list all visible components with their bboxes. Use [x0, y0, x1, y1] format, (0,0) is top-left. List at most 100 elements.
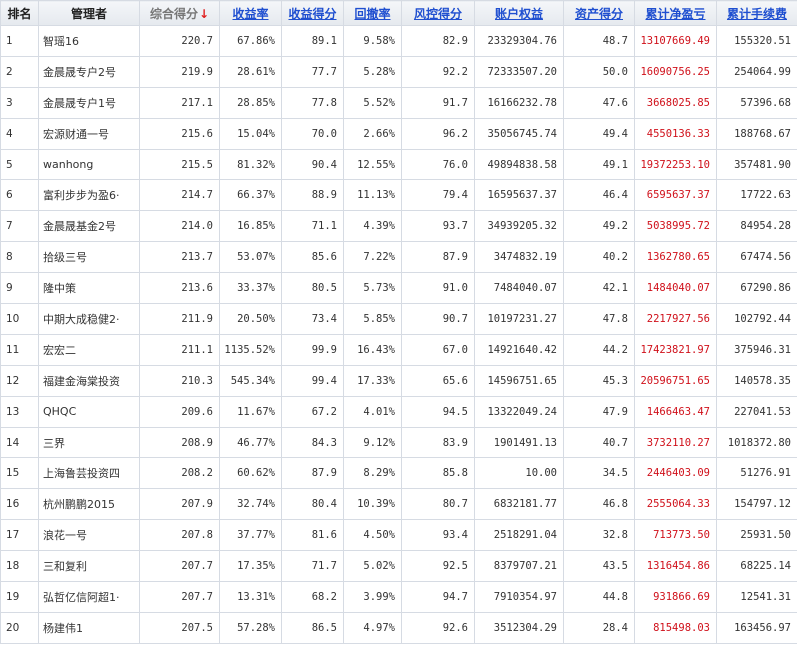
table-row[interactable]: 20 杨建伟1 207.5 57.28% 86.5 4.97% 92.6 3512304.29…	[0, 611, 797, 644]
cell-manager-name[interactable]: 弘哲亿信阿超1·	[38, 581, 140, 613]
cell-manager-name[interactable]: 金晨晟专户2号	[38, 55, 140, 88]
header-total-score-label[interactable]: 综合得分	[150, 7, 198, 21]
table-row[interactable]: 4 宏源财通一号 215.6 15.04% 70.0 2.66% 96.2 35056745.…	[0, 117, 797, 150]
cell-drawdown: 5.02%	[343, 550, 402, 583]
cell-rank: 4	[0, 117, 39, 150]
cell-manager-name[interactable]: 浪花一号	[38, 519, 140, 552]
cell-risk-score: 80.7	[401, 488, 475, 521]
header-fees[interactable]: 累计手续费	[716, 0, 797, 26]
cell-manager-name[interactable]: 富利步步为盈6·	[38, 179, 140, 212]
cell-manager-name[interactable]: 金晨晟专户1号	[38, 86, 140, 119]
cell-asset-score: 48.7	[563, 25, 635, 57]
header-total-score[interactable]: 综合得分↓	[139, 0, 220, 26]
table-row[interactable]: 9 隆中策 213.6 33.37% 80.5 5.73% 91.0 7484040.07 42…	[0, 272, 797, 305]
cell-equity: 72333507.20	[474, 55, 564, 88]
cell-manager-name[interactable]: 三和复利	[38, 550, 140, 583]
cell-asset-score: 32.8	[563, 519, 635, 552]
cell-net-profit: 16090756.25	[634, 55, 717, 88]
cell-equity: 16595637.37	[474, 179, 564, 212]
cell-manager-name[interactable]: 中期大成稳健2·	[38, 303, 140, 335]
table-row[interactable]: 15 上海鲁芸投资四 208.2 60.62% 87.9 8.29% 85.8 10.00 34…	[0, 457, 797, 490]
cell-risk-score: 96.2	[401, 117, 475, 150]
cell-equity: 34939205.32	[474, 210, 564, 243]
cell-asset-score: 49.1	[563, 148, 635, 181]
cell-net-profit: 6595637.37	[634, 179, 717, 212]
table-row[interactable]: 3 金晨晟专户1号 217.1 28.85% 77.8 5.52% 91.7 16166232…	[0, 86, 797, 119]
table-row[interactable]: 14 三界 208.9 46.77% 84.3 9.12% 83.9 1901491.13 40…	[0, 426, 797, 459]
cell-asset-score: 49.4	[563, 117, 635, 150]
cell-drawdown: 12.55%	[343, 148, 402, 181]
cell-manager-name[interactable]: QHQC	[38, 395, 140, 428]
cell-fees: 84954.28	[716, 210, 797, 243]
cell-rank: 9	[0, 272, 39, 305]
cell-net-profit: 3732110.27	[634, 426, 717, 459]
cell-manager-name[interactable]: 拾级三号	[38, 241, 140, 274]
header-drawdown[interactable]: 回撤率	[343, 0, 402, 26]
cell-manager-name[interactable]: 杭州鹏鹏2015	[38, 488, 140, 521]
header-return-score[interactable]: 收益得分	[281, 0, 344, 26]
cell-rank: 8	[0, 241, 39, 274]
cell-risk-score: 93.7	[401, 210, 475, 243]
cell-manager-name[interactable]: 宏源财通一号	[38, 117, 140, 150]
cell-drawdown: 5.85%	[343, 303, 402, 335]
cell-net-profit: 19372253.10	[634, 148, 717, 181]
table-row[interactable]: 1 智瑶16 220.7 67.86% 89.1 9.58% 82.9 23329304.76…	[0, 25, 797, 57]
cell-net-profit: 4550136.33	[634, 117, 717, 150]
cell-fees: 227041.53	[716, 395, 797, 428]
cell-manager-name[interactable]: 福建金海棠投资	[38, 364, 140, 397]
table-row[interactable]: 5 wanhong 215.5 81.32% 90.4 12.55% 76.0 4989483…	[0, 148, 797, 181]
cell-risk-score: 87.9	[401, 241, 475, 274]
table-row[interactable]: 2 金晨晟专户2号 219.9 28.61% 77.7 5.28% 92.2 72333507…	[0, 55, 797, 88]
cell-return-rate: 11.67%	[219, 395, 282, 428]
table-row[interactable]: 10 中期大成稳健2· 211.9 20.50% 73.4 5.85% 90.7 101972…	[0, 303, 797, 335]
cell-fees: 68225.14	[716, 550, 797, 583]
table-row[interactable]: 16 杭州鹏鹏2015 207.9 32.74% 80.4 10.39% 80.7 68321…	[0, 488, 797, 521]
table-row[interactable]: 8 拾级三号 213.7 53.07% 85.6 7.22% 87.9 3474832.19 4…	[0, 241, 797, 274]
table-row[interactable]: 13 QHQC 209.6 11.67% 67.2 4.01% 94.5 13322049.2…	[0, 395, 797, 428]
cell-drawdown: 4.39%	[343, 210, 402, 243]
cell-net-profit: 2217927.56	[634, 303, 717, 335]
cell-total-score: 207.8	[139, 519, 220, 552]
cell-manager-name[interactable]: 三界	[38, 426, 140, 459]
cell-total-score: 209.6	[139, 395, 220, 428]
cell-fees: 51276.91	[716, 457, 797, 490]
table-row[interactable]: 18 三和复利 207.7 17.35% 71.7 5.02% 92.5 8379707.21…	[0, 550, 797, 583]
cell-rank: 2	[0, 55, 39, 88]
table-row[interactable]: 19 弘哲亿信阿超1· 207.7 13.31% 68.2 3.99% 94.7 791035…	[0, 581, 797, 613]
cell-risk-score: 85.8	[401, 457, 475, 490]
cell-equity: 7484040.07	[474, 272, 564, 305]
cell-risk-score: 76.0	[401, 148, 475, 181]
header-net-profit[interactable]: 累计净盈亏	[634, 0, 717, 26]
cell-drawdown: 8.29%	[343, 457, 402, 490]
cell-risk-score: 83.9	[401, 426, 475, 459]
cell-drawdown: 17.33%	[343, 364, 402, 397]
table-row[interactable]: 11 宏宏二 211.1 1135.52% 99.9 16.43% 67.0 14921640…	[0, 333, 797, 366]
cell-manager-name[interactable]: 宏宏二	[38, 333, 140, 366]
header-return-rate[interactable]: 收益率	[219, 0, 282, 26]
cell-manager-name[interactable]: 杨建伟1	[38, 611, 140, 644]
cell-manager-name[interactable]: wanhong	[38, 148, 140, 181]
table-row[interactable]: 7 金晨晟基金2号 214.0 16.85% 71.1 4.39% 93.7 34939205…	[0, 210, 797, 243]
cell-manager-name[interactable]: 上海鲁芸投资四	[38, 457, 140, 490]
header-asset-score[interactable]: 资产得分	[563, 0, 635, 26]
cell-total-score: 213.6	[139, 272, 220, 305]
cell-fees: 254064.99	[716, 55, 797, 88]
header-risk-score[interactable]: 风控得分	[401, 0, 475, 26]
cell-return-rate: 32.74%	[219, 488, 282, 521]
cell-drawdown: 9.58%	[343, 25, 402, 57]
table-row[interactable]: 12 福建金海棠投资 210.3 545.34% 99.4 17.33% 65.6 14596…	[0, 364, 797, 397]
cell-manager-name[interactable]: 智瑶16	[38, 25, 140, 57]
cell-manager-name[interactable]: 金晨晟基金2号	[38, 210, 140, 243]
table-row[interactable]: 6 富利步步为盈6· 214.7 66.37% 88.9 11.13% 79.4 165956…	[0, 179, 797, 212]
cell-asset-score: 47.8	[563, 303, 635, 335]
cell-return-rate: 20.50%	[219, 303, 282, 335]
cell-drawdown: 2.66%	[343, 117, 402, 150]
cell-risk-score: 90.7	[401, 303, 475, 335]
table-row[interactable]: 17 浪花一号 207.8 37.77% 81.6 4.50% 93.4 2518291.04…	[0, 519, 797, 552]
header-equity[interactable]: 账户权益	[474, 0, 564, 26]
cell-rank: 14	[0, 426, 39, 459]
cell-manager-name[interactable]: 隆中策	[38, 272, 140, 305]
cell-fees: 25931.50	[716, 519, 797, 552]
cell-asset-score: 46.8	[563, 488, 635, 521]
cell-asset-score: 44.8	[563, 581, 635, 613]
